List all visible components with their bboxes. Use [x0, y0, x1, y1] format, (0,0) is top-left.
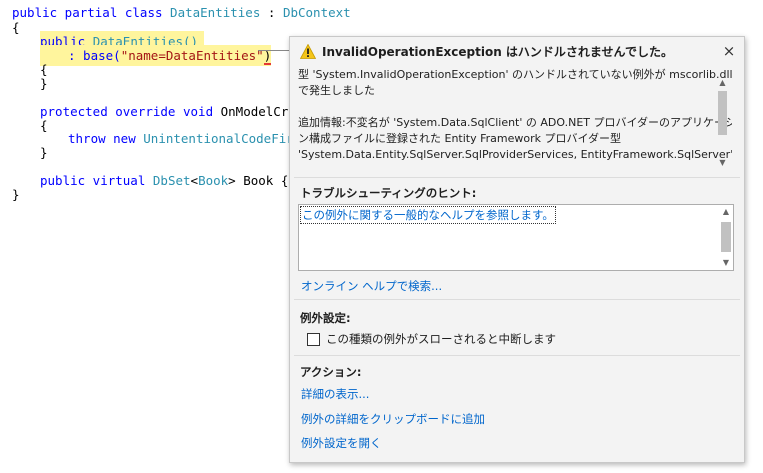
code-token: "name=DataEntities" — [120, 48, 264, 63]
code-token: protected override void — [40, 104, 221, 119]
code-line: protected override void OnModelCreat — [40, 101, 311, 122]
code-token: throw new — [68, 131, 144, 146]
hints-scrollbar[interactable]: ▲ ▼ — [720, 206, 732, 269]
copy-detail-to-clipboard-link[interactable]: 例外の詳細をクリップボードに追加 — [301, 411, 485, 427]
code-token: DbSet — [152, 173, 191, 188]
code-token: Book — [198, 173, 229, 188]
hints-list[interactable]: この例外に関する一般的なヘルプを参照します。 ▲ ▼ — [298, 204, 734, 271]
exception-title: InvalidOperationException はハンドルされませんでした。 — [322, 45, 673, 59]
code-token: } — [40, 145, 48, 160]
break-on-throw-checkbox[interactable] — [307, 333, 320, 346]
scroll-down-icon[interactable]: ▼ — [720, 257, 732, 269]
view-detail-link[interactable]: 詳細の表示... — [301, 386, 369, 402]
popup-connector-line — [258, 50, 292, 51]
code-token: DbContext — [282, 5, 351, 20]
message-line: で発生しました — [298, 84, 375, 97]
code-token: : — [260, 5, 283, 20]
code-line-highlighted: : base("name=DataEntities") — [40, 45, 272, 66]
code-token: public partial class — [12, 5, 171, 20]
exception-helper-popup: InvalidOperationException はハンドルされませんでした。… — [289, 36, 745, 463]
scroll-up-icon[interactable]: ▲ — [717, 77, 728, 89]
code-line: throw new UnintentionalCodeFirst — [68, 128, 309, 149]
message-line: 'System.Data.Entity.SqlServer.SqlProvide… — [298, 148, 732, 161]
break-on-throw-label[interactable]: この種類の例外がスローされると中断します — [326, 331, 556, 347]
general-help-link[interactable]: この例外に関する一般的なヘルプを参照します。 — [300, 206, 556, 224]
message-line — [298, 99, 732, 115]
code-token: : base( — [68, 48, 121, 63]
exception-settings-header: 例外設定: — [300, 311, 351, 325]
code-token: < — [190, 173, 199, 188]
close-button[interactable]: × — [720, 41, 738, 61]
scroll-down-icon[interactable]: ▼ — [717, 157, 728, 169]
code-token: UnintentionalCodeFirst — [143, 131, 309, 146]
code-token: DataEntities — [170, 5, 261, 20]
online-help-link[interactable]: オンライン ヘルプで検索... — [301, 278, 442, 294]
divider — [294, 177, 740, 178]
actions-header: アクション: — [300, 365, 362, 379]
message-scrollbar[interactable]: ▲ ▼ — [717, 77, 728, 169]
code-line: public partial class DataEntities : DbCo… — [12, 2, 351, 23]
code-token: } — [40, 76, 48, 91]
scrollbar-thumb[interactable] — [718, 91, 727, 135]
code-line: } — [12, 184, 20, 205]
message-line: ン構成ファイルに登録された Entity Framework プロバイダー型 — [298, 132, 622, 145]
code-line: public virtual DbSet<Book> Book { ge — [40, 170, 311, 191]
code-line: { — [40, 115, 48, 136]
code-line: } — [40, 142, 48, 163]
hints-header: トラブルシューティングのヒント: — [300, 186, 477, 200]
exception-message-box[interactable]: 型 'System.InvalidOperationException' のハン… — [298, 67, 732, 171]
message-line: 型 'System.InvalidOperationException' のハン… — [298, 68, 732, 81]
divider — [294, 299, 740, 300]
open-exception-settings-link[interactable]: 例外設定を開く — [301, 435, 382, 451]
divider — [294, 355, 740, 356]
message-line: 追加情報:不変名が 'System.Data.SqlClient' の ADO.… — [298, 116, 732, 129]
code-token: public virtual — [40, 173, 153, 188]
code-line: { — [12, 17, 20, 38]
code-token: } — [12, 187, 20, 202]
code-token: { — [40, 118, 48, 133]
code-line: } — [40, 73, 48, 94]
scroll-up-icon[interactable]: ▲ — [720, 206, 732, 218]
warning-triangle-icon — [300, 44, 316, 59]
scrollbar-thumb[interactable] — [721, 222, 731, 252]
popup-header: InvalidOperationException はハンドルされませんでした。… — [290, 37, 744, 66]
code-token: { — [12, 20, 20, 35]
